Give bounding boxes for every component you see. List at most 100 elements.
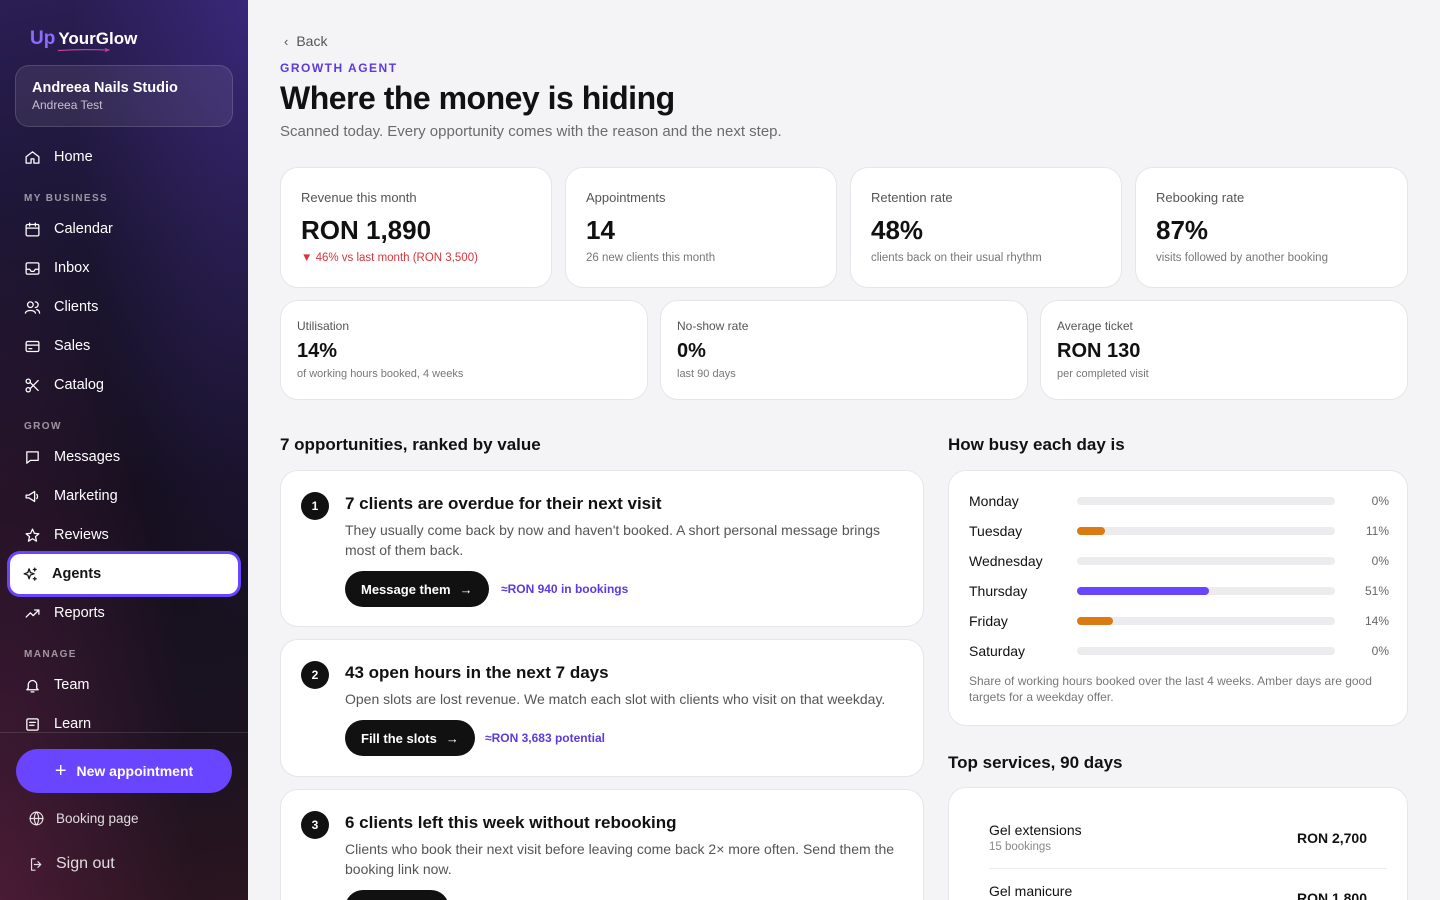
day-percent: 0% <box>1371 494 1389 508</box>
day-row-friday: Friday 14% <box>969 611 1389 631</box>
message-them-button[interactable]: Message them → <box>345 571 489 607</box>
day-name: Wednesday <box>969 553 1043 569</box>
plus-icon: + <box>54 759 67 782</box>
nav-marketing[interactable]: Marketing <box>12 479 238 513</box>
nav-agents-label: Agents <box>52 566 102 582</box>
back-label: Back <box>296 33 328 49</box>
kpi-value: 87% <box>1156 215 1209 245</box>
sales-icon <box>25 340 40 352</box>
nav-catalog[interactable]: Catalog <box>12 368 238 402</box>
kpi-value: RON 130 <box>1057 340 1141 362</box>
sign-out-link[interactable]: Sign out <box>28 855 115 873</box>
sign-out-label: Sign out <box>56 855 115 872</box>
kpi-value: RON 1,890 <box>301 215 432 245</box>
service-row[interactable]: Gel extensions 15 bookings RON 2,700 <box>989 822 1387 882</box>
nav-agents[interactable]: Agents <box>10 554 238 594</box>
nav-reports[interactable]: Reports <box>12 596 238 630</box>
book-icon <box>26 717 39 731</box>
section-grow: GROW <box>24 421 62 432</box>
nav-team[interactable]: Team <box>12 668 238 702</box>
day-name: Friday <box>969 613 1008 629</box>
brand-logo[interactable]: Up YourGlow <box>30 28 137 50</box>
day-percent: 14% <box>1364 614 1389 628</box>
kpi-label: No-show rate <box>677 319 749 333</box>
nav-messages[interactable]: Messages <box>12 440 238 474</box>
opportunity-title: 7 clients are overdue for their next vis… <box>345 494 662 513</box>
booking-page-link[interactable]: Booking page <box>28 810 139 827</box>
opportunity-3-button[interactable] <box>345 890 449 900</box>
day-percent: 0% <box>1371 644 1389 658</box>
opportunity-card-2: 2 43 open hours in the next 7 days Open … <box>280 639 924 777</box>
opportunity-card-3: 3 6 clients left this week without reboo… <box>280 789 924 900</box>
fill-the-slots-button[interactable]: Fill the slots → <box>345 720 475 756</box>
new-appointment-button[interactable]: + New appointment <box>16 749 232 793</box>
nav-home[interactable]: Home <box>12 140 238 174</box>
opportunities-heading: 7 opportunities, ranked by value <box>280 435 541 454</box>
back-link[interactable]: ‹ Back <box>284 33 327 49</box>
kpi-card-rebooking: Rebooking rate 87% visits followed by an… <box>1135 167 1408 288</box>
studio-switcher[interactable]: Andreea Nails Studio Andreea Test <box>15 65 233 127</box>
day-row-wednesday: Wednesday 0% <box>969 551 1389 571</box>
kpi-note: last 90 days <box>677 368 736 380</box>
nav-marketing-label: Marketing <box>54 488 118 504</box>
kpi-value: 0% <box>677 340 706 362</box>
opportunity-value: ≈RON 3,683 potential <box>485 731 605 745</box>
calendar-icon <box>25 221 40 237</box>
day-bar-fill <box>1077 587 1209 595</box>
day-bar-track <box>1077 647 1335 655</box>
megaphone-icon <box>25 490 39 502</box>
nav-reviews[interactable]: Reviews <box>12 518 238 552</box>
page-eyebrow: GROWTH AGENT <box>280 61 398 75</box>
kpi-value: 14 <box>586 215 615 245</box>
inbox-icon <box>25 261 40 275</box>
service-row[interactable]: Gel manicure RON 1,800 <box>989 883 1387 900</box>
nav-calendar[interactable]: Calendar <box>12 212 238 246</box>
studio-user: Andreea Test <box>32 98 103 112</box>
nav-learn[interactable]: Learn <box>12 707 238 741</box>
trending-up-icon <box>25 608 40 618</box>
booking-page-label: Booking page <box>56 811 139 826</box>
kpi-note: per completed visit <box>1057 368 1149 380</box>
nav-reports-label: Reports <box>54 605 105 621</box>
nav-reviews-label: Reviews <box>54 527 109 543</box>
kpi-card-average-ticket: Average ticket RON 130 per completed vis… <box>1040 300 1408 400</box>
sign-out-icon <box>30 857 42 871</box>
sparkles-icon <box>23 566 37 581</box>
opportunity-rank: 3 <box>301 811 329 839</box>
nav-sales[interactable]: Sales <box>12 329 238 363</box>
nav-clients[interactable]: Clients <box>12 290 238 324</box>
brand-up: Up <box>30 28 56 49</box>
kpi-card-no-show: No-show rate 0% last 90 days <box>660 300 1028 400</box>
kpi-label: Rebooking rate <box>1156 190 1245 205</box>
logo-swoosh-icon <box>57 48 111 52</box>
opportunity-rank: 2 <box>301 661 329 689</box>
kpi-card-appointments: Appointments 14 26 new clients this mont… <box>565 167 837 288</box>
service-name: Gel extensions <box>989 822 1082 838</box>
opportunity-desc: Clients who book their next visit before… <box>345 841 895 877</box>
day-name: Saturday <box>969 643 1026 659</box>
nav-home-label: Home <box>54 149 93 165</box>
opportunity-title: 43 open hours in the next 7 days <box>345 663 609 682</box>
day-bar-track <box>1077 617 1335 625</box>
day-percent: 11% <box>1365 524 1389 538</box>
service-value: RON 1,800 <box>1296 890 1367 900</box>
busy-days-heading: How busy each day is <box>948 435 1125 454</box>
day-bar-fill <box>1077 527 1106 535</box>
nav-inbox[interactable]: Inbox <box>12 251 238 285</box>
day-bar-fill <box>1077 617 1114 625</box>
arrow-right-icon: → <box>459 581 473 597</box>
kpi-value: 48% <box>871 215 924 245</box>
nav-learn-label: Learn <box>54 716 92 732</box>
service-count: 15 bookings <box>989 841 1052 853</box>
kpi-note: 26 new clients this month <box>586 252 716 264</box>
kpi-note-negative: ▼ 46% vs last month (RON 3,500) <box>301 252 478 264</box>
day-name: Thursday <box>969 583 1028 599</box>
main-content: ‹ Back GROWTH AGENT Where the money is h… <box>248 0 1440 900</box>
kpi-card-revenue: Revenue this month RON 1,890 ▼ 46% vs la… <box>280 167 552 288</box>
home-icon <box>25 150 40 164</box>
service-name: Gel manicure <box>989 883 1073 899</box>
kpi-card-retention: Retention rate 48% clients back on their… <box>850 167 1122 288</box>
button-label: Message them <box>361 581 451 597</box>
message-icon <box>26 450 39 464</box>
nav-inbox-label: Inbox <box>54 260 90 276</box>
